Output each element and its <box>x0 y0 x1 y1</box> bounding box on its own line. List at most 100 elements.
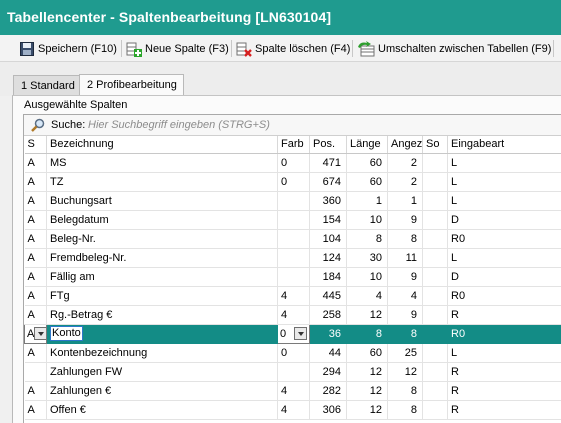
table-row[interactable]: A Zahlungen €4 282 12 8 R <box>24 381 561 401</box>
table-cell-art[interactable]: L <box>447 343 561 363</box>
table-cell-name[interactable]: Fremdbeleg-Nr. <box>46 248 278 268</box>
table-cell-len[interactable]: 8 <box>346 229 388 249</box>
table-cell-name[interactable]: Zahlungen FW <box>46 362 278 382</box>
table-cell-art[interactable]: D <box>447 210 561 230</box>
table-cell-so[interactable] <box>422 229 448 249</box>
table-cell-so[interactable] <box>422 172 448 192</box>
table-cell-s[interactable]: A <box>24 343 47 363</box>
table-cell-s[interactable]: A <box>24 381 47 401</box>
table-cell-angez[interactable]: 8 <box>387 324 423 344</box>
table-cell-angez[interactable]: 4 <box>387 286 423 306</box>
table-cell-so[interactable] <box>422 153 448 173</box>
table-cell-so[interactable] <box>422 191 448 211</box>
table-cell-name[interactable]: Offen € <box>46 400 278 420</box>
table-cell-pos[interactable]: 44 <box>309 343 347 363</box>
table-cell-angez[interactable]: 8 <box>387 381 423 401</box>
tab-standard[interactable]: 1 Standard <box>13 75 82 96</box>
table-cell-len[interactable]: 4 <box>346 286 388 306</box>
table-cell-pos[interactable]: 104 <box>309 229 347 249</box>
table-cell-angez[interactable]: 2 <box>387 172 423 192</box>
table-cell-pos[interactable]: 471 <box>309 153 347 173</box>
table-cell-name[interactable]: Belegdatum <box>46 210 278 230</box>
column-header[interactable]: So <box>422 136 448 154</box>
table-cell-pos[interactable]: 674 <box>309 172 347 192</box>
column-header[interactable]: Eingabeart <box>447 136 561 154</box>
table-cell-art[interactable]: L <box>447 153 561 173</box>
table-row[interactable]: A Belegdatum 154 10 9 D <box>24 210 561 230</box>
table-cell-art[interactable]: R0 <box>447 286 561 306</box>
table-cell-so[interactable] <box>422 343 448 363</box>
table-cell-len[interactable]: 10 <box>346 210 388 230</box>
column-header[interactable]: S <box>24 136 47 154</box>
table-row[interactable]: A Rg.-Betrag €4 258 12 9 R <box>24 305 561 325</box>
table-cell-farb[interactable] <box>277 210 310 230</box>
save-button[interactable]: Speichern (F10) <box>19 39 117 58</box>
table-cell-pos[interactable]: 258 <box>309 305 347 325</box>
name-edit-input[interactable]: Konto <box>50 326 83 341</box>
table-cell-so[interactable] <box>422 267 448 287</box>
table-cell-pos[interactable]: 154 <box>309 210 347 230</box>
table-cell-len[interactable]: 8 <box>346 324 388 344</box>
table-cell-farb[interactable] <box>277 267 310 287</box>
table-cell-len[interactable]: 60 <box>346 153 388 173</box>
table-cell-pos[interactable]: 184 <box>309 267 347 287</box>
table-cell-angez[interactable]: 25 <box>387 343 423 363</box>
table-cell-s[interactable]: A <box>24 305 47 325</box>
table-cell-len[interactable]: 12 <box>346 381 388 401</box>
table-cell-angez[interactable]: 9 <box>387 267 423 287</box>
table-cell-farb[interactable] <box>277 248 310 268</box>
table-cell-pos[interactable]: 124 <box>309 248 347 268</box>
table-cell-art[interactable]: R <box>447 381 561 401</box>
table-cell-so[interactable] <box>422 305 448 325</box>
add-column-button[interactable]: Neue Spalte (F3) <box>126 39 229 58</box>
table-cell-farb[interactable]: 0 <box>277 153 310 173</box>
column-header[interactable]: Länge <box>346 136 388 154</box>
table-cell-name[interactable]: Kontenbezeichnung <box>46 343 278 363</box>
table-cell-art[interactable]: L <box>447 191 561 211</box>
table-cell-art[interactable]: R <box>447 362 561 382</box>
table-cell-name[interactable]: Zahlungen € <box>46 381 278 401</box>
table-cell-s[interactable]: A <box>24 172 47 192</box>
table-row[interactable]: A Fremdbeleg-Nr. 124 30 11 L <box>24 248 561 268</box>
table-cell-s[interactable] <box>24 362 47 382</box>
table-cell-so[interactable] <box>422 400 448 420</box>
table-cell-len[interactable]: 12 <box>346 362 388 382</box>
table-cell-s[interactable]: A <box>24 323 47 344</box>
table-cell-art[interactable]: D <box>447 267 561 287</box>
table-cell-angez[interactable]: 1 <box>387 191 423 211</box>
table-cell-art[interactable]: R <box>447 400 561 420</box>
table-cell-farb[interactable] <box>277 362 310 382</box>
table-cell-name[interactable]: Rg.-Betrag € <box>46 305 278 325</box>
table-cell-art[interactable]: R <box>447 305 561 325</box>
table-cell-angez[interactable]: 12 <box>387 362 423 382</box>
table-cell-name[interactable]: Buchungsart <box>46 191 278 211</box>
table-cell-pos[interactable]: 294 <box>309 362 347 382</box>
table-cell-len[interactable]: 30 <box>346 248 388 268</box>
table-cell-name[interactable]: FTg <box>46 286 278 306</box>
table-cell-art[interactable]: L <box>447 172 561 192</box>
table-cell-len[interactable]: 12 <box>346 305 388 325</box>
table-row[interactable]: A Buchungsart 360 1 1 L <box>24 191 561 211</box>
table-cell-len[interactable]: 12 <box>346 400 388 420</box>
table-cell-so[interactable] <box>422 286 448 306</box>
table-cell-name[interactable]: MS <box>46 153 278 173</box>
table-cell-farb[interactable]: 0 <box>277 323 310 344</box>
delete-column-button[interactable]: Spalte löschen (F4) <box>236 39 350 58</box>
table-cell-name[interactable]: Konto <box>46 324 278 344</box>
column-header[interactable]: Angez <box>387 136 423 154</box>
table-cell-s[interactable]: A <box>24 286 47 306</box>
table-cell-s[interactable]: A <box>24 229 47 249</box>
table-cell-len[interactable]: 1 <box>346 191 388 211</box>
table-cell-angez[interactable]: 2 <box>387 153 423 173</box>
switch-tables-button[interactable]: Umschalten zwischen Tabellen (F9) <box>357 39 551 58</box>
table-cell-pos[interactable]: 36 <box>309 324 347 344</box>
table-cell-len[interactable]: 10 <box>346 267 388 287</box>
table-cell-pos[interactable]: 445 <box>309 286 347 306</box>
table-cell-so[interactable] <box>422 210 448 230</box>
table-row[interactable]: A Fällig am 184 10 9 D <box>24 267 561 287</box>
table-cell-name[interactable]: Fällig am <box>46 267 278 287</box>
table-cell-angez[interactable]: 9 <box>387 305 423 325</box>
table-cell-farb[interactable]: 4 <box>277 400 310 420</box>
dropdown-arrow-icon[interactable] <box>294 327 307 340</box>
table-cell-so[interactable] <box>422 248 448 268</box>
